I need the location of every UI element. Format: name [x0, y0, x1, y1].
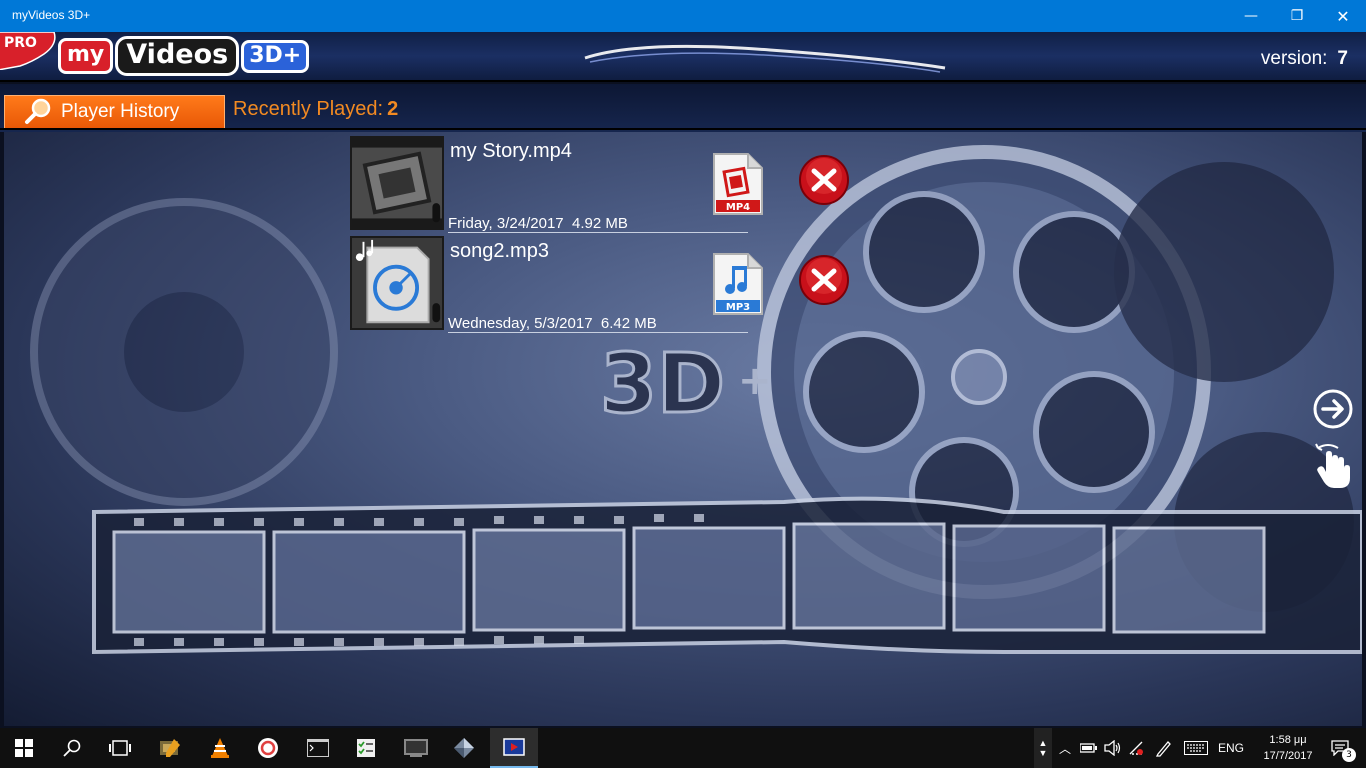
wifi-off-icon — [1129, 741, 1143, 755]
delete-button[interactable] — [798, 154, 850, 206]
file-name[interactable]: my Story.mp4 — [450, 140, 572, 163]
taskbar-app-vlc[interactable] — [196, 728, 244, 768]
title-bar: myVideos 3D+ — ❐ ✕ — [0, 0, 1366, 32]
search-icon — [63, 739, 81, 757]
clock-date: 17/7/2017 — [1263, 750, 1313, 762]
swipe-hand-icon — [1315, 443, 1350, 488]
battery-icon — [1080, 743, 1097, 753]
search-button[interactable] — [48, 728, 96, 768]
file-size: 4.92 MB — [571, 215, 628, 232]
speaker-icon — [1104, 740, 1121, 756]
video-thumbnail[interactable] — [350, 136, 444, 230]
3d-watermark: 3D — [600, 337, 725, 432]
next-arrow-button[interactable] — [1312, 388, 1354, 430]
taskbar-app-browser[interactable] — [244, 728, 292, 768]
taskbar-app-video-editor[interactable] — [146, 728, 194, 768]
file-size: 6.42 MB — [600, 315, 657, 332]
app-logo: my Videos 3D+ — [58, 36, 310, 76]
magnifier-icon — [25, 98, 51, 124]
recently-played-label: Recently Played: — [233, 98, 384, 120]
3d-watermark-plus: + — [738, 358, 772, 404]
file-name[interactable]: song2.mp3 — [450, 240, 549, 263]
chevron-up-icon: ︿ — [1058, 741, 1071, 756]
history-item[interactable]: my Story.mp4 Friday, 3/24/2017 4.92 MB — [350, 132, 750, 233]
action-center-button[interactable]: 3 — [1320, 728, 1360, 768]
network-pyramid-icon — [454, 738, 474, 758]
windows-icon — [15, 739, 33, 757]
taskbar-app-myvideos[interactable] — [490, 728, 538, 768]
task-view-icon — [109, 740, 131, 756]
svg-text:PRO: PRO — [4, 35, 37, 51]
taskbar: ▲ ▼ ︿ ENG 1:58 μμ 17/7/2017 3 — [0, 728, 1366, 768]
audio-thumbnail[interactable] — [350, 236, 444, 330]
history-item[interactable]: song2.mp3 Wednesday, 5/3/2017 6.42 MB — [350, 232, 750, 333]
film-edit-icon — [160, 739, 180, 757]
toolbar: Player History Recently Played: 2 — [0, 84, 1366, 132]
tray-scroll[interactable]: ▲ ▼ — [1034, 728, 1052, 768]
start-button[interactable] — [0, 728, 48, 768]
player-history-button[interactable]: Player History — [4, 95, 225, 129]
version-value: 7 — [1337, 48, 1348, 69]
myvideos-app-icon — [503, 738, 525, 756]
mp3-file-icon: MP3 — [713, 253, 763, 315]
pen-icon — [1155, 741, 1171, 757]
file-date: Wednesday, 5/3/2017 — [448, 315, 593, 332]
history-panel: 3D + my Story.mp4 Friday, 3/24/2017 4.92… — [4, 132, 1362, 726]
logo-my: my — [58, 38, 114, 74]
network-tray[interactable] — [1126, 728, 1148, 768]
minimize-button[interactable]: — — [1228, 0, 1274, 32]
checklist-icon — [357, 739, 375, 757]
file-meta: Wednesday, 5/3/2017 6.42 MB — [448, 315, 657, 332]
mp4-file-icon: MP4 — [713, 153, 763, 215]
keyboard-icon — [1184, 741, 1208, 755]
pro-badge: PRO — [0, 32, 56, 70]
vlc-cone-icon — [211, 738, 229, 758]
keyboard-tray[interactable] — [1182, 728, 1210, 768]
player-history-label: Player History — [61, 101, 180, 122]
logo-videos: Videos — [115, 36, 240, 76]
file-meta: Friday, 3/24/2017 4.92 MB — [448, 215, 628, 232]
terminal-icon — [307, 739, 329, 757]
notification-badge: 3 — [1342, 748, 1356, 762]
battery-tray[interactable] — [1078, 728, 1100, 768]
divider — [448, 332, 748, 333]
version-display: version: 7 — [1261, 48, 1348, 70]
monitor-icon — [404, 739, 428, 757]
circle-a-icon — [258, 738, 278, 758]
delete-button[interactable] — [798, 254, 850, 306]
clock[interactable]: 1:58 μμ 17/7/2017 — [1256, 732, 1320, 764]
language-indicator[interactable]: ENG — [1214, 728, 1248, 768]
logo-3d: 3D+ — [241, 39, 310, 73]
file-date: Friday, 3/24/2017 — [448, 215, 564, 232]
clock-time: 1:58 μμ — [1269, 734, 1307, 746]
close-button[interactable]: ✕ — [1320, 0, 1366, 32]
show-hidden-icons-button[interactable]: ︿ — [1056, 728, 1074, 768]
taskbar-app-terminal[interactable] — [294, 728, 342, 768]
film-strip-image — [92, 496, 1362, 655]
task-view-button[interactable] — [96, 728, 144, 768]
app-header: PRO my Videos 3D+ version: 7 — [0, 32, 1366, 82]
taskbar-app-desktop[interactable] — [392, 728, 440, 768]
volume-tray[interactable] — [1102, 728, 1124, 768]
chevron-up-icon: ▲ ▼ — [1038, 738, 1048, 758]
pen-tray[interactable] — [1152, 728, 1176, 768]
window-title: myVideos 3D+ — [12, 8, 91, 22]
version-label: version: — [1260, 48, 1328, 69]
recently-played: Recently Played: 2 — [233, 98, 398, 121]
taskbar-app-tasks[interactable] — [342, 728, 390, 768]
svg-text:MP3: MP3 — [726, 302, 750, 313]
svg-text:MP4: MP4 — [726, 202, 750, 213]
taskbar-app-network[interactable] — [440, 728, 488, 768]
restore-button[interactable]: ❐ — [1274, 0, 1320, 32]
recently-played-count: 2 — [387, 98, 399, 120]
header-swoosh-decoration — [584, 44, 946, 73]
